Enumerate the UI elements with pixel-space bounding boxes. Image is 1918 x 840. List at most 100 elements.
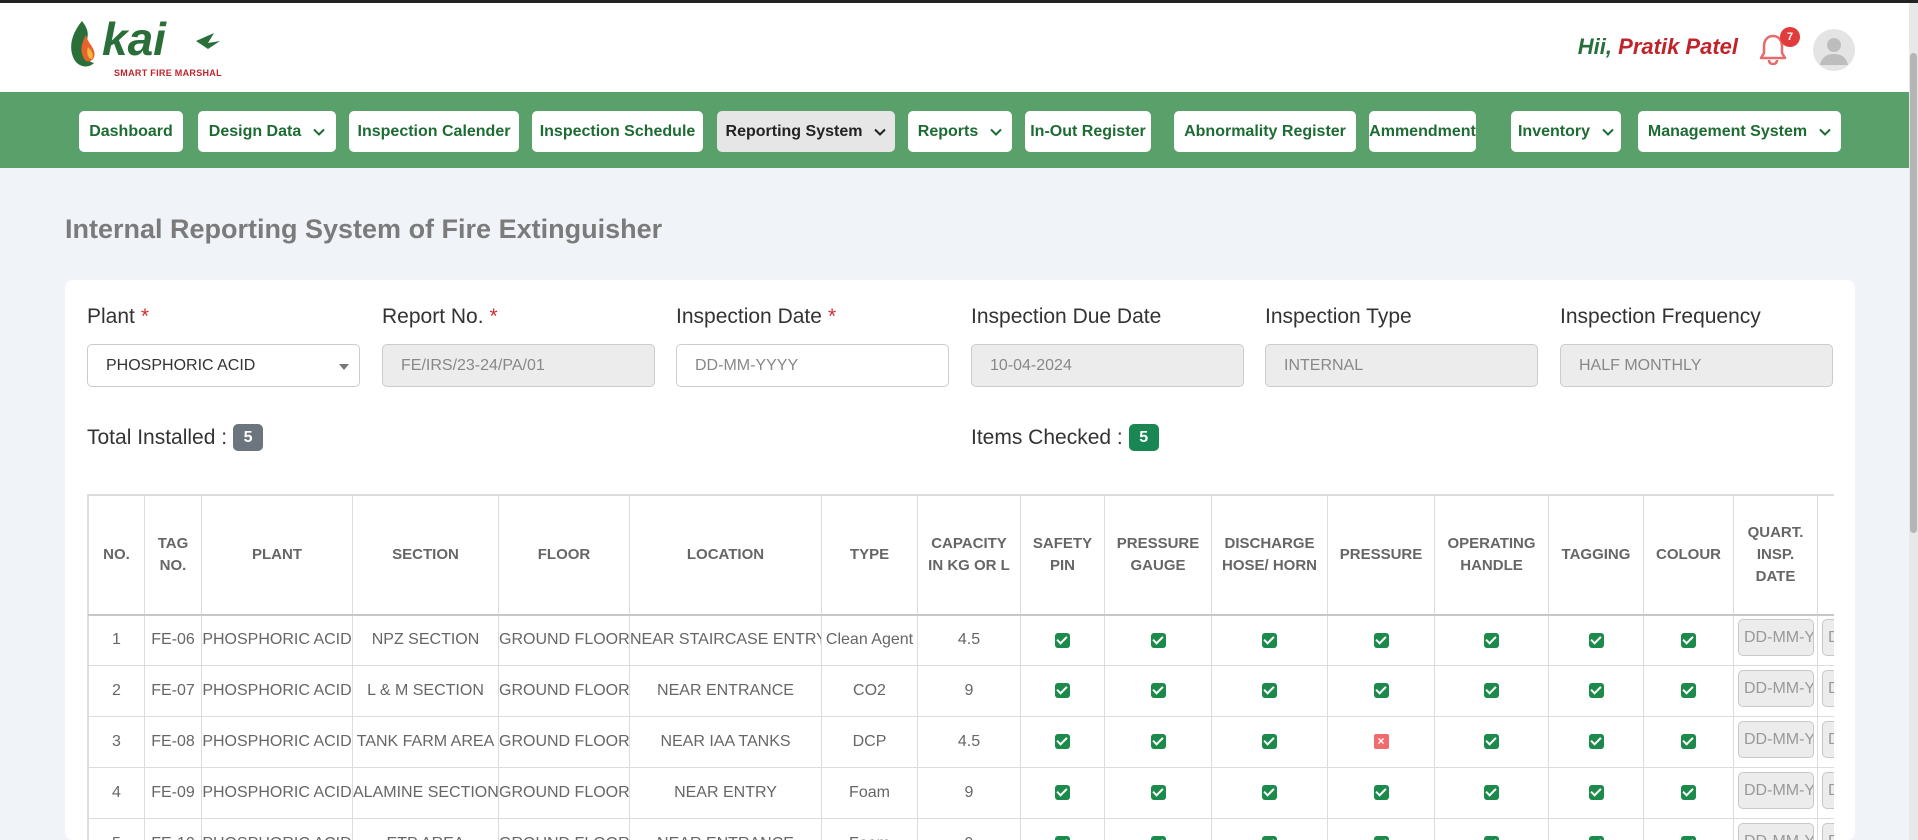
cell-no: 3 [88, 716, 145, 768]
cell-check [1548, 818, 1644, 840]
checkbox-fail-icon[interactable]: × [1373, 734, 1389, 750]
nav-item-reporting-system[interactable]: Reporting System [717, 111, 895, 152]
checkbox-checked-icon[interactable] [1484, 734, 1499, 750]
cell-section: ALAMINE SECTION [352, 767, 499, 819]
cell-floor: GROUND FLOOR [498, 614, 630, 666]
next-date-input[interactable]: DD-MM-YYYY [1822, 721, 1834, 758]
nav-item-design-data[interactable]: Design Data [198, 111, 336, 152]
main-navbar: Dashboard Design Data Inspection Calender I… [0, 92, 1909, 168]
checkbox-checked-icon[interactable] [1055, 836, 1070, 840]
total-installed-label: Total Installed : [87, 425, 228, 449]
checkbox-checked-icon[interactable] [1681, 734, 1696, 750]
logo-tagline: SMART FIRE MARSHAL [114, 68, 222, 78]
nav-item-label: Inspection Calender [357, 122, 511, 140]
nav-item-inventory[interactable]: Inventory [1511, 111, 1621, 152]
nav-item-inspection-calender[interactable]: Inspection Calender [349, 111, 519, 152]
flame-logo-icon: kai [71, 13, 220, 67]
checkbox-checked-icon[interactable] [1262, 632, 1277, 648]
chevron-down-icon [1602, 128, 1614, 136]
column-header: PRESSURE [1327, 495, 1435, 616]
checkbox-checked-icon[interactable] [1588, 734, 1604, 750]
next-date-input[interactable]: DD-MM-YYYY [1822, 823, 1834, 840]
cell-check [1104, 665, 1212, 717]
checkbox-checked-icon[interactable] [1262, 836, 1277, 840]
checkbox-checked-icon[interactable] [1484, 836, 1499, 840]
checkbox-checked-icon[interactable] [1681, 683, 1696, 699]
checkbox-checked-icon[interactable] [1681, 836, 1696, 840]
cell-capacity: 9 [917, 665, 1021, 717]
checkbox-checked-icon[interactable] [1055, 734, 1070, 750]
checkbox-checked-icon[interactable] [1055, 683, 1070, 699]
checkbox-checked-icon[interactable] [1373, 836, 1389, 840]
nav-item-management-system[interactable]: Management System [1638, 111, 1841, 152]
cell-tag: FE-07 [144, 665, 202, 717]
cell-check [1327, 665, 1435, 717]
checkbox-checked-icon[interactable] [1262, 683, 1277, 699]
cell-plant: PHOSPHORIC ACID [201, 818, 353, 840]
checkbox-checked-icon[interactable] [1150, 683, 1166, 699]
checkbox-checked-icon[interactable] [1150, 836, 1166, 840]
kai-logo[interactable]: kai SMART FIRE MARSHAL [68, 13, 228, 83]
checkbox-checked-icon[interactable] [1588, 836, 1604, 840]
user-avatar-icon[interactable] [1813, 29, 1855, 71]
inspection-type-label: Inspection Type [1265, 305, 1412, 328]
column-header: FLOOR [498, 495, 630, 616]
cell-tag: FE-06 [144, 614, 202, 666]
checkbox-checked-icon[interactable] [1484, 683, 1499, 699]
cell-check [1104, 716, 1212, 768]
checkbox-checked-icon[interactable] [1373, 632, 1389, 648]
quarterly-inspection-date-input[interactable]: DD-MM-YYYY [1738, 823, 1814, 840]
nav-item-inspection-schedule[interactable]: Inspection Schedule [532, 111, 703, 152]
next-date-input[interactable]: DD-MM-YYYY [1822, 772, 1834, 809]
checkbox-checked-icon[interactable] [1055, 785, 1070, 801]
inspection-table-container[interactable]: NO. TAG NO. PLANT SECTION FLOOR LOCATION TYPE C… [87, 494, 1834, 840]
quarterly-inspection-date-input[interactable]: DD-MM-YYYY [1738, 772, 1814, 809]
checkbox-checked-icon[interactable] [1262, 734, 1277, 750]
plant-select[interactable]: PHOSPHORIC ACID [87, 344, 360, 387]
next-date-input[interactable]: DD-MM-YYYY [1822, 619, 1834, 657]
inspection-table: NO. TAG NO. PLANT SECTION FLOOR LOCATION TYPE C… [88, 495, 1834, 840]
report-no-label: Report No. * [382, 305, 498, 328]
checkbox-checked-icon[interactable] [1588, 785, 1604, 801]
checkbox-checked-icon[interactable] [1484, 632, 1499, 648]
checkbox-checked-icon[interactable] [1681, 785, 1696, 801]
column-header: PLANT [201, 495, 353, 616]
total-installed: Total Installed : 5 [87, 424, 264, 451]
nav-item-label: Ammendment [1369, 122, 1476, 140]
cell-no: 4 [88, 767, 145, 819]
checkbox-checked-icon[interactable] [1588, 632, 1604, 648]
nav-item-reports[interactable]: Reports [908, 111, 1012, 152]
cell-date: DD-MM-YYYY [1733, 665, 1818, 717]
checkbox-checked-icon[interactable] [1484, 785, 1499, 801]
cell-date: DD-MM-YYYY [1817, 716, 1834, 768]
cell-check [1434, 767, 1549, 819]
cell-check [1211, 767, 1328, 819]
quarterly-inspection-date-input[interactable]: DD-MM-YYYY [1738, 670, 1814, 707]
cell-check [1434, 818, 1549, 840]
checkbox-checked-icon[interactable] [1055, 632, 1070, 648]
quarterly-inspection-date-input[interactable]: DD-MM-YYYY [1738, 619, 1814, 657]
required-marker: * [489, 305, 498, 328]
nav-item-dashboard[interactable]: Dashboard [79, 111, 183, 152]
checkbox-checked-icon[interactable] [1588, 683, 1604, 699]
items-checked-badge: 5 [1128, 424, 1159, 451]
checkbox-checked-icon[interactable] [1150, 734, 1166, 750]
nav-item-abnormality-register[interactable]: Abnormality Register [1174, 111, 1356, 152]
column-header [1817, 495, 1834, 616]
checkbox-checked-icon[interactable] [1373, 683, 1389, 699]
checkbox-checked-icon[interactable] [1373, 785, 1389, 801]
nav-item-in-out-register[interactable]: In-Out Register [1025, 111, 1151, 152]
cell-capacity: 9 [917, 818, 1021, 840]
checkbox-checked-icon[interactable] [1150, 632, 1166, 648]
checkbox-checked-icon[interactable] [1681, 632, 1696, 648]
checkbox-checked-icon[interactable] [1150, 785, 1166, 801]
page-scrollbar[interactable] [1909, 3, 1918, 840]
page-scrollbar-thumb[interactable] [1910, 53, 1917, 533]
required-marker: * [827, 305, 837, 328]
quarterly-inspection-date-input[interactable]: DD-MM-YYYY [1738, 721, 1814, 758]
inspection-date-input[interactable]: DD-MM-YYYY [676, 344, 949, 387]
checkbox-checked-icon[interactable] [1262, 785, 1277, 801]
nav-item-ammendment[interactable]: Ammendment [1369, 111, 1476, 152]
next-date-input[interactable]: DD-MM-YYYY [1822, 670, 1834, 707]
nav-item-label: Design Data [208, 122, 302, 140]
